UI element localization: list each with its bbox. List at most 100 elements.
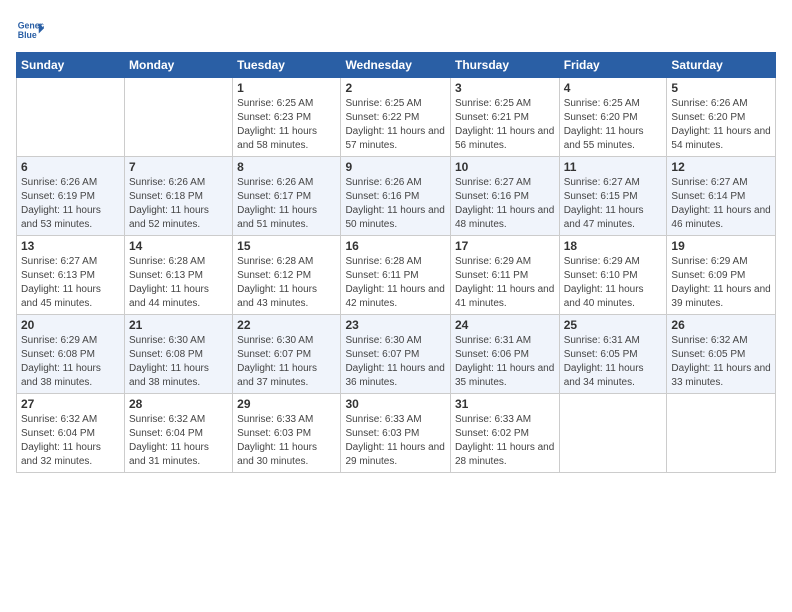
calendar-cell: 21 Sunrise: 6:30 AM Sunset: 6:08 PM Dayli…: [125, 315, 233, 394]
logo-icon: General Blue: [16, 16, 44, 44]
day-number: 4: [564, 81, 663, 95]
calendar-cell: [667, 394, 776, 473]
day-number: 23: [345, 318, 446, 332]
calendar-cell: 13 Sunrise: 6:27 AM Sunset: 6:13 PM Dayli…: [17, 236, 125, 315]
calendar-cell: 1 Sunrise: 6:25 AM Sunset: 6:23 PM Daylig…: [233, 78, 341, 157]
calendar-cell: 8 Sunrise: 6:26 AM Sunset: 6:17 PM Daylig…: [233, 157, 341, 236]
day-number: 10: [455, 160, 555, 174]
day-number: 16: [345, 239, 446, 253]
weekday-header-friday: Friday: [559, 53, 667, 78]
day-info: Sunrise: 6:25 AM Sunset: 6:20 PM Dayligh…: [564, 97, 663, 153]
day-info: Sunrise: 6:29 AM Sunset: 6:09 PM Dayligh…: [671, 255, 771, 311]
day-info: Sunrise: 6:33 AM Sunset: 6:03 PM Dayligh…: [345, 413, 446, 469]
calendar-cell: 4 Sunrise: 6:25 AM Sunset: 6:20 PM Daylig…: [559, 78, 667, 157]
day-info: Sunrise: 6:25 AM Sunset: 6:23 PM Dayligh…: [237, 97, 336, 153]
weekday-header-saturday: Saturday: [667, 53, 776, 78]
svg-text:Blue: Blue: [18, 30, 37, 40]
day-number: 14: [129, 239, 228, 253]
calendar-cell: 29Sunrise: 6:33 AM Sunset: 6:03 PM Dayli…: [233, 394, 341, 473]
calendar-cell: 19 Sunrise: 6:29 AM Sunset: 6:09 PM Dayli…: [667, 236, 776, 315]
calendar-cell: 2 Sunrise: 6:25 AM Sunset: 6:22 PM Daylig…: [341, 78, 451, 157]
weekday-header-sunday: Sunday: [17, 53, 125, 78]
calendar-cell: 15 Sunrise: 6:28 AM Sunset: 6:12 PM Dayli…: [233, 236, 341, 315]
calendar-cell: 25 Sunrise: 6:31 AM Sunset: 6:05 PM Dayli…: [559, 315, 667, 394]
day-info: Sunrise: 6:26 AM Sunset: 6:18 PM Dayligh…: [129, 176, 228, 232]
weekday-header-wednesday: Wednesday: [341, 53, 451, 78]
weekday-header-thursday: Thursday: [450, 53, 559, 78]
day-info: Sunrise: 6:27 AM Sunset: 6:15 PM Dayligh…: [564, 176, 663, 232]
weekday-header-monday: Monday: [125, 53, 233, 78]
calendar-cell: 30 Sunrise: 6:33 AM Sunset: 6:03 PM Dayli…: [341, 394, 451, 473]
day-number: 3: [455, 81, 555, 95]
day-number: 25: [564, 318, 663, 332]
weekday-header-tuesday: Tuesday: [233, 53, 341, 78]
day-number: 7: [129, 160, 228, 174]
calendar-cell: 23 Sunrise: 6:30 AM Sunset: 6:07 PM Dayli…: [341, 315, 451, 394]
calendar-cell: 14 Sunrise: 6:28 AM Sunset: 6:13 PM Dayli…: [125, 236, 233, 315]
calendar-cell: 27 Sunrise: 6:32 AM Sunset: 6:04 PM Dayli…: [17, 394, 125, 473]
day-info: Sunrise: 6:27 AM Sunset: 6:16 PM Dayligh…: [455, 176, 555, 232]
day-info: Sunrise: 6:29 AM Sunset: 6:10 PM Dayligh…: [564, 255, 663, 311]
day-number: 18: [564, 239, 663, 253]
day-number: 5: [671, 81, 771, 95]
day-info: Sunrise: 6:30 AM Sunset: 6:08 PM Dayligh…: [129, 334, 228, 390]
day-info: Sunrise: 6:27 AM Sunset: 6:13 PM Dayligh…: [21, 255, 120, 311]
day-info: Sunrise: 6:29 AM Sunset: 6:08 PM Dayligh…: [21, 334, 120, 390]
day-info: Sunrise: 6:28 AM Sunset: 6:11 PM Dayligh…: [345, 255, 446, 311]
calendar-cell: 6Sunrise: 6:26 AM Sunset: 6:19 PM Daylig…: [17, 157, 125, 236]
day-number: 13: [21, 239, 120, 253]
day-info: Sunrise: 6:32 AM Sunset: 6:05 PM Dayligh…: [671, 334, 771, 390]
day-number: 19: [671, 239, 771, 253]
day-info: Sunrise: 6:32 AM Sunset: 6:04 PM Dayligh…: [21, 413, 120, 469]
day-number: 24: [455, 318, 555, 332]
day-number: 21: [129, 318, 228, 332]
day-number: 28: [129, 397, 228, 411]
day-info: Sunrise: 6:33 AM Sunset: 6:02 PM Dayligh…: [455, 413, 555, 469]
day-info: Sunrise: 6:28 AM Sunset: 6:13 PM Dayligh…: [129, 255, 228, 311]
calendar-cell: 3 Sunrise: 6:25 AM Sunset: 6:21 PM Daylig…: [450, 78, 559, 157]
day-info: Sunrise: 6:30 AM Sunset: 6:07 PM Dayligh…: [237, 334, 336, 390]
day-number: 8: [237, 160, 336, 174]
day-number: 2: [345, 81, 446, 95]
calendar-table: SundayMondayTuesdayWednesdayThursdayFrid…: [16, 52, 776, 473]
calendar-cell: 12 Sunrise: 6:27 AM Sunset: 6:14 PM Dayli…: [667, 157, 776, 236]
day-info: Sunrise: 6:25 AM Sunset: 6:22 PM Dayligh…: [345, 97, 446, 153]
day-number: 6: [21, 160, 120, 174]
day-number: 20: [21, 318, 120, 332]
calendar-cell: 16 Sunrise: 6:28 AM Sunset: 6:11 PM Dayli…: [341, 236, 451, 315]
day-info: Sunrise: 6:31 AM Sunset: 6:06 PM Dayligh…: [455, 334, 555, 390]
day-info: Sunrise: 6:26 AM Sunset: 6:17 PM Dayligh…: [237, 176, 336, 232]
day-info: Sunrise: 6:31 AM Sunset: 6:05 PM Dayligh…: [564, 334, 663, 390]
day-number: 26: [671, 318, 771, 332]
logo: General Blue: [16, 16, 44, 44]
day-info: Sunrise: 6:26 AM Sunset: 6:20 PM Dayligh…: [671, 97, 771, 153]
day-number: 31: [455, 397, 555, 411]
calendar-cell: [17, 78, 125, 157]
day-number: 9: [345, 160, 446, 174]
calendar-cell: 17 Sunrise: 6:29 AM Sunset: 6:11 PM Dayli…: [450, 236, 559, 315]
day-info: Sunrise: 6:27 AM Sunset: 6:14 PM Dayligh…: [671, 176, 771, 232]
day-info: Sunrise: 6:29 AM Sunset: 6:11 PM Dayligh…: [455, 255, 555, 311]
day-number: 17: [455, 239, 555, 253]
calendar-cell: 7 Sunrise: 6:26 AM Sunset: 6:18 PM Daylig…: [125, 157, 233, 236]
calendar-cell: [125, 78, 233, 157]
calendar-cell: 10 Sunrise: 6:27 AM Sunset: 6:16 PM Dayli…: [450, 157, 559, 236]
day-info: Sunrise: 6:30 AM Sunset: 6:07 PM Dayligh…: [345, 334, 446, 390]
day-number: 12: [671, 160, 771, 174]
day-number: 15: [237, 239, 336, 253]
calendar-cell: 24 Sunrise: 6:31 AM Sunset: 6:06 PM Dayli…: [450, 315, 559, 394]
day-info: Sunrise: 6:25 AM Sunset: 6:21 PM Dayligh…: [455, 97, 555, 153]
calendar-cell: 26 Sunrise: 6:32 AM Sunset: 6:05 PM Dayli…: [667, 315, 776, 394]
calendar-cell: 31 Sunrise: 6:33 AM Sunset: 6:02 PM Dayli…: [450, 394, 559, 473]
day-info: Sunrise: 6:32 AM Sunset: 6:04 PM Dayligh…: [129, 413, 228, 469]
calendar-cell: 22 Sunrise: 6:30 AM Sunset: 6:07 PM Dayli…: [233, 315, 341, 394]
calendar-cell: 11Sunrise: 6:27 AM Sunset: 6:15 PM Dayli…: [559, 157, 667, 236]
day-number: 1: [237, 81, 336, 95]
day-number: 22: [237, 318, 336, 332]
day-number: 29: [237, 397, 336, 411]
day-number: 30: [345, 397, 446, 411]
calendar-cell: 18 Sunrise: 6:29 AM Sunset: 6:10 PM Dayli…: [559, 236, 667, 315]
day-number: 27: [21, 397, 120, 411]
calendar-cell: [559, 394, 667, 473]
day-info: Sunrise: 6:28 AM Sunset: 6:12 PM Dayligh…: [237, 255, 336, 311]
